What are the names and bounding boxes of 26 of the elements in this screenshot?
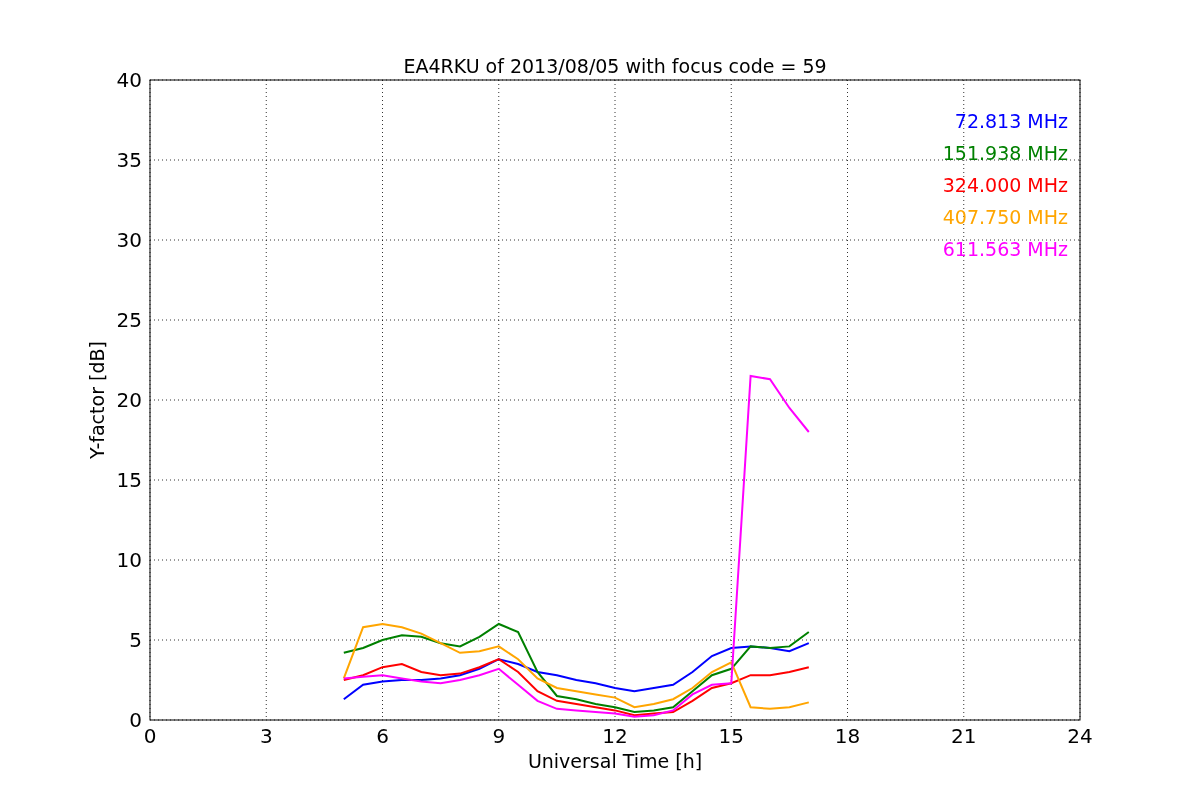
y-tick-label: 0	[129, 708, 142, 732]
x-tick-label: 0	[143, 724, 157, 748]
x-tick-label: 15	[718, 724, 744, 748]
x-tick-label: 9	[492, 724, 506, 748]
y-tick-label: 15	[116, 468, 142, 492]
x-tick-label: 3	[259, 724, 273, 748]
legend-label: 151.938 MHz	[942, 142, 1068, 164]
x-tick-label: 24	[1067, 724, 1093, 748]
y-tick-label: 25	[116, 308, 142, 332]
chart-title: EA4RKU of 2013/08/05 with focus code = 59	[403, 55, 827, 77]
x-axis-label: Universal Time [h]	[527, 750, 703, 772]
y-tick-label: 20	[116, 388, 142, 412]
y-tick-label: 10	[116, 548, 142, 572]
legend-label: 324.000 MHz	[942, 174, 1068, 196]
y-tick-label: 40	[116, 68, 142, 92]
legend-label: 72.813 MHz	[954, 110, 1068, 132]
x-tick-label: 21	[951, 724, 977, 748]
legend-label: 407.750 MHz	[942, 206, 1068, 228]
y-axis-label: Y-factor [dB]	[86, 341, 108, 459]
y-tick-label: 35	[116, 148, 142, 172]
x-tick-label: 18	[834, 724, 861, 748]
x-tick-label: 6	[376, 724, 389, 748]
y-tick-label: 5	[129, 628, 142, 652]
x-tick-label: 12	[602, 724, 628, 748]
legend-label: 611.563 MHz	[942, 238, 1068, 260]
y-tick-label: 30	[116, 228, 142, 252]
